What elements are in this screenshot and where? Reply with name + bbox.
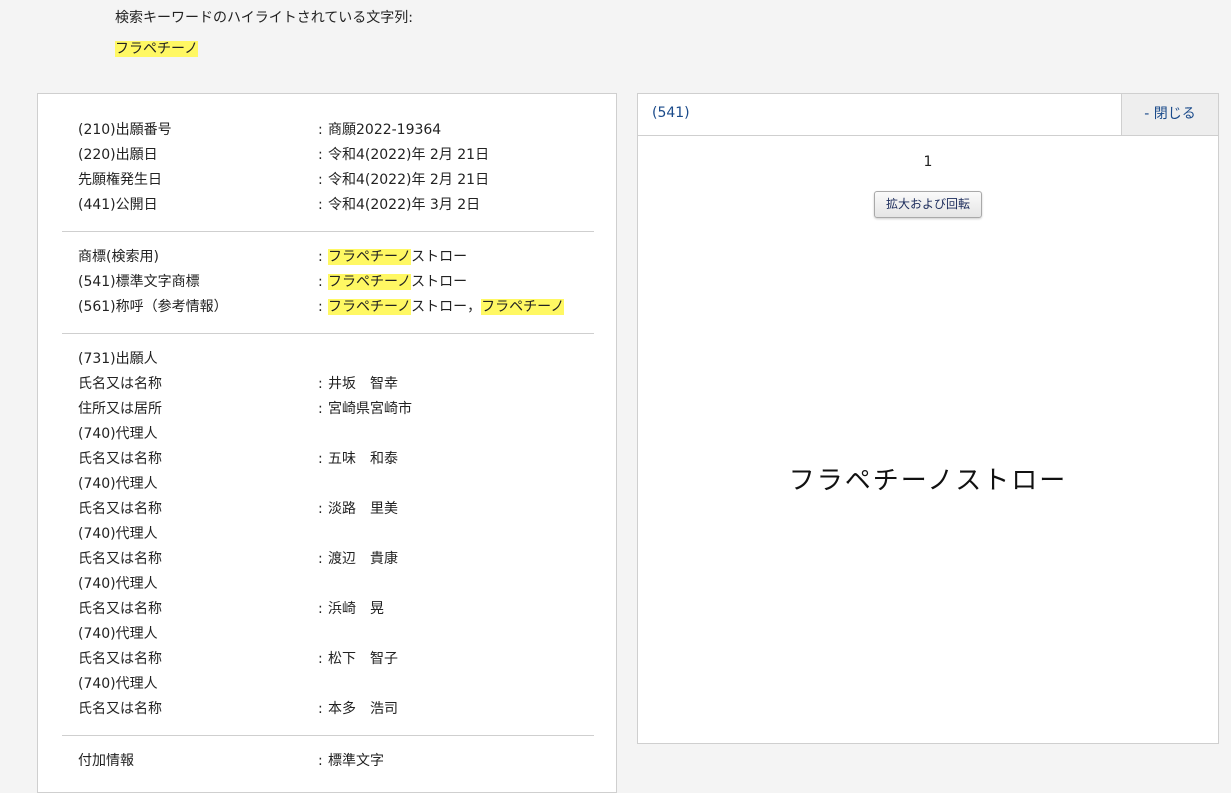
highlight-caption: 検索キーワードのハイライトされている文字列: bbox=[115, 10, 414, 26]
detail-label: 氏名又は名称 bbox=[78, 701, 162, 717]
detail-value: 浜崎 晃 bbox=[328, 601, 384, 617]
detail-label: (210)出願番号 bbox=[78, 122, 172, 138]
detail-value: 宮崎県宮崎市 bbox=[328, 401, 412, 417]
image-index: 1 bbox=[923, 154, 933, 170]
zoom-rotate-button[interactable]: 拡大および回転 bbox=[874, 191, 982, 218]
colon: : bbox=[318, 147, 323, 163]
colon: : bbox=[318, 122, 323, 138]
close-button[interactable]: - 閉じる bbox=[1121, 94, 1218, 135]
detail-value: 渡辺 貴康 bbox=[328, 551, 398, 567]
highlighted-text: フラペチーノ bbox=[481, 299, 565, 315]
detail-label: 先願権発生日 bbox=[78, 172, 162, 188]
highlighted-text: フラペチーノ bbox=[328, 274, 412, 290]
detail-value: 令和4(2022)年 3月 2日 bbox=[328, 197, 481, 213]
colon: : bbox=[318, 753, 323, 769]
colon: : bbox=[318, 376, 323, 392]
section-divider bbox=[62, 231, 594, 232]
detail-label: (740)代理人 bbox=[78, 426, 158, 442]
detail-label: (541)標準文字商標 bbox=[78, 274, 200, 290]
colon: : bbox=[318, 501, 323, 517]
detail-value: 商願2022-19364 bbox=[328, 122, 442, 138]
detail-label: 氏名又は名称 bbox=[78, 551, 162, 567]
highlighted-text: フラペチーノ bbox=[328, 299, 412, 315]
colon: : bbox=[318, 551, 323, 567]
value-text: ストロー， bbox=[411, 299, 482, 315]
detail-label: (740)代理人 bbox=[78, 476, 158, 492]
detail-value: 令和4(2022)年 2月 21日 bbox=[328, 147, 490, 163]
detail-value: フラペチーノストロー，フラペチーノ bbox=[328, 295, 565, 320]
detail-label: 氏名又は名称 bbox=[78, 501, 162, 517]
detail-value: 淡路 里美 bbox=[328, 501, 398, 517]
detail-value: 井坂 智幸 bbox=[328, 376, 398, 392]
trademark-image[interactable]: フラペチーノストロー bbox=[638, 460, 1218, 497]
section-divider bbox=[62, 735, 594, 736]
detail-value: フラペチーノストロー bbox=[328, 270, 467, 295]
detail-value: 本多 浩司 bbox=[328, 701, 398, 717]
detail-label: (740)代理人 bbox=[78, 676, 158, 692]
image-panel-header: (541) - 閉じる bbox=[638, 94, 1218, 136]
trademark-detail-panel: (210)出願番号 : 商願2022-19364 (220)出願日 : 令和4(… bbox=[37, 93, 617, 793]
detail-label: (740)代理人 bbox=[78, 626, 158, 642]
colon: : bbox=[318, 451, 323, 467]
detail-value: 令和4(2022)年 2月 21日 bbox=[328, 172, 490, 188]
detail-value: 松下 智子 bbox=[328, 651, 398, 667]
colon: : bbox=[318, 651, 323, 667]
detail-value: フラペチーノストロー bbox=[328, 245, 467, 270]
colon: : bbox=[318, 401, 323, 417]
highlight-keyword-text: フラペチーノ bbox=[115, 41, 199, 57]
colon: : bbox=[318, 172, 323, 188]
highlighted-text: フラペチーノ bbox=[328, 249, 412, 265]
detail-label: 氏名又は名称 bbox=[78, 601, 162, 617]
colon: : bbox=[318, 249, 323, 265]
detail-label: (561)称呼（参考情報） bbox=[78, 299, 228, 315]
detail-label: 氏名又は名称 bbox=[78, 651, 162, 667]
colon: : bbox=[318, 197, 323, 213]
colon: : bbox=[318, 601, 323, 617]
section-divider bbox=[62, 333, 594, 334]
detail-label: 商標(検索用) bbox=[78, 249, 159, 265]
detail-value: 五味 和泰 bbox=[328, 451, 398, 467]
detail-value: 標準文字 bbox=[328, 753, 384, 769]
detail-label: 住所又は居所 bbox=[78, 401, 162, 417]
detail-label: (740)代理人 bbox=[78, 576, 158, 592]
value-text: ストロー bbox=[411, 274, 468, 290]
colon: : bbox=[318, 299, 323, 315]
image-panel-title: (541) bbox=[652, 105, 690, 121]
trademark-image-panel: (541) - 閉じる 1 拡大および回転 フラペチーノストロー bbox=[637, 93, 1219, 744]
detail-label: 氏名又は名称 bbox=[78, 376, 162, 392]
detail-label: 氏名又は名称 bbox=[78, 451, 162, 467]
colon: : bbox=[318, 274, 323, 290]
value-text: ストロー bbox=[411, 249, 468, 265]
detail-label: (731)出願人 bbox=[78, 351, 158, 367]
highlight-keyword: フラペチーノ bbox=[115, 39, 199, 59]
colon: : bbox=[318, 701, 323, 717]
detail-label: (740)代理人 bbox=[78, 526, 158, 542]
detail-label: 付加情報 bbox=[78, 753, 134, 769]
detail-label: (441)公開日 bbox=[78, 197, 158, 213]
detail-label: (220)出願日 bbox=[78, 147, 158, 163]
